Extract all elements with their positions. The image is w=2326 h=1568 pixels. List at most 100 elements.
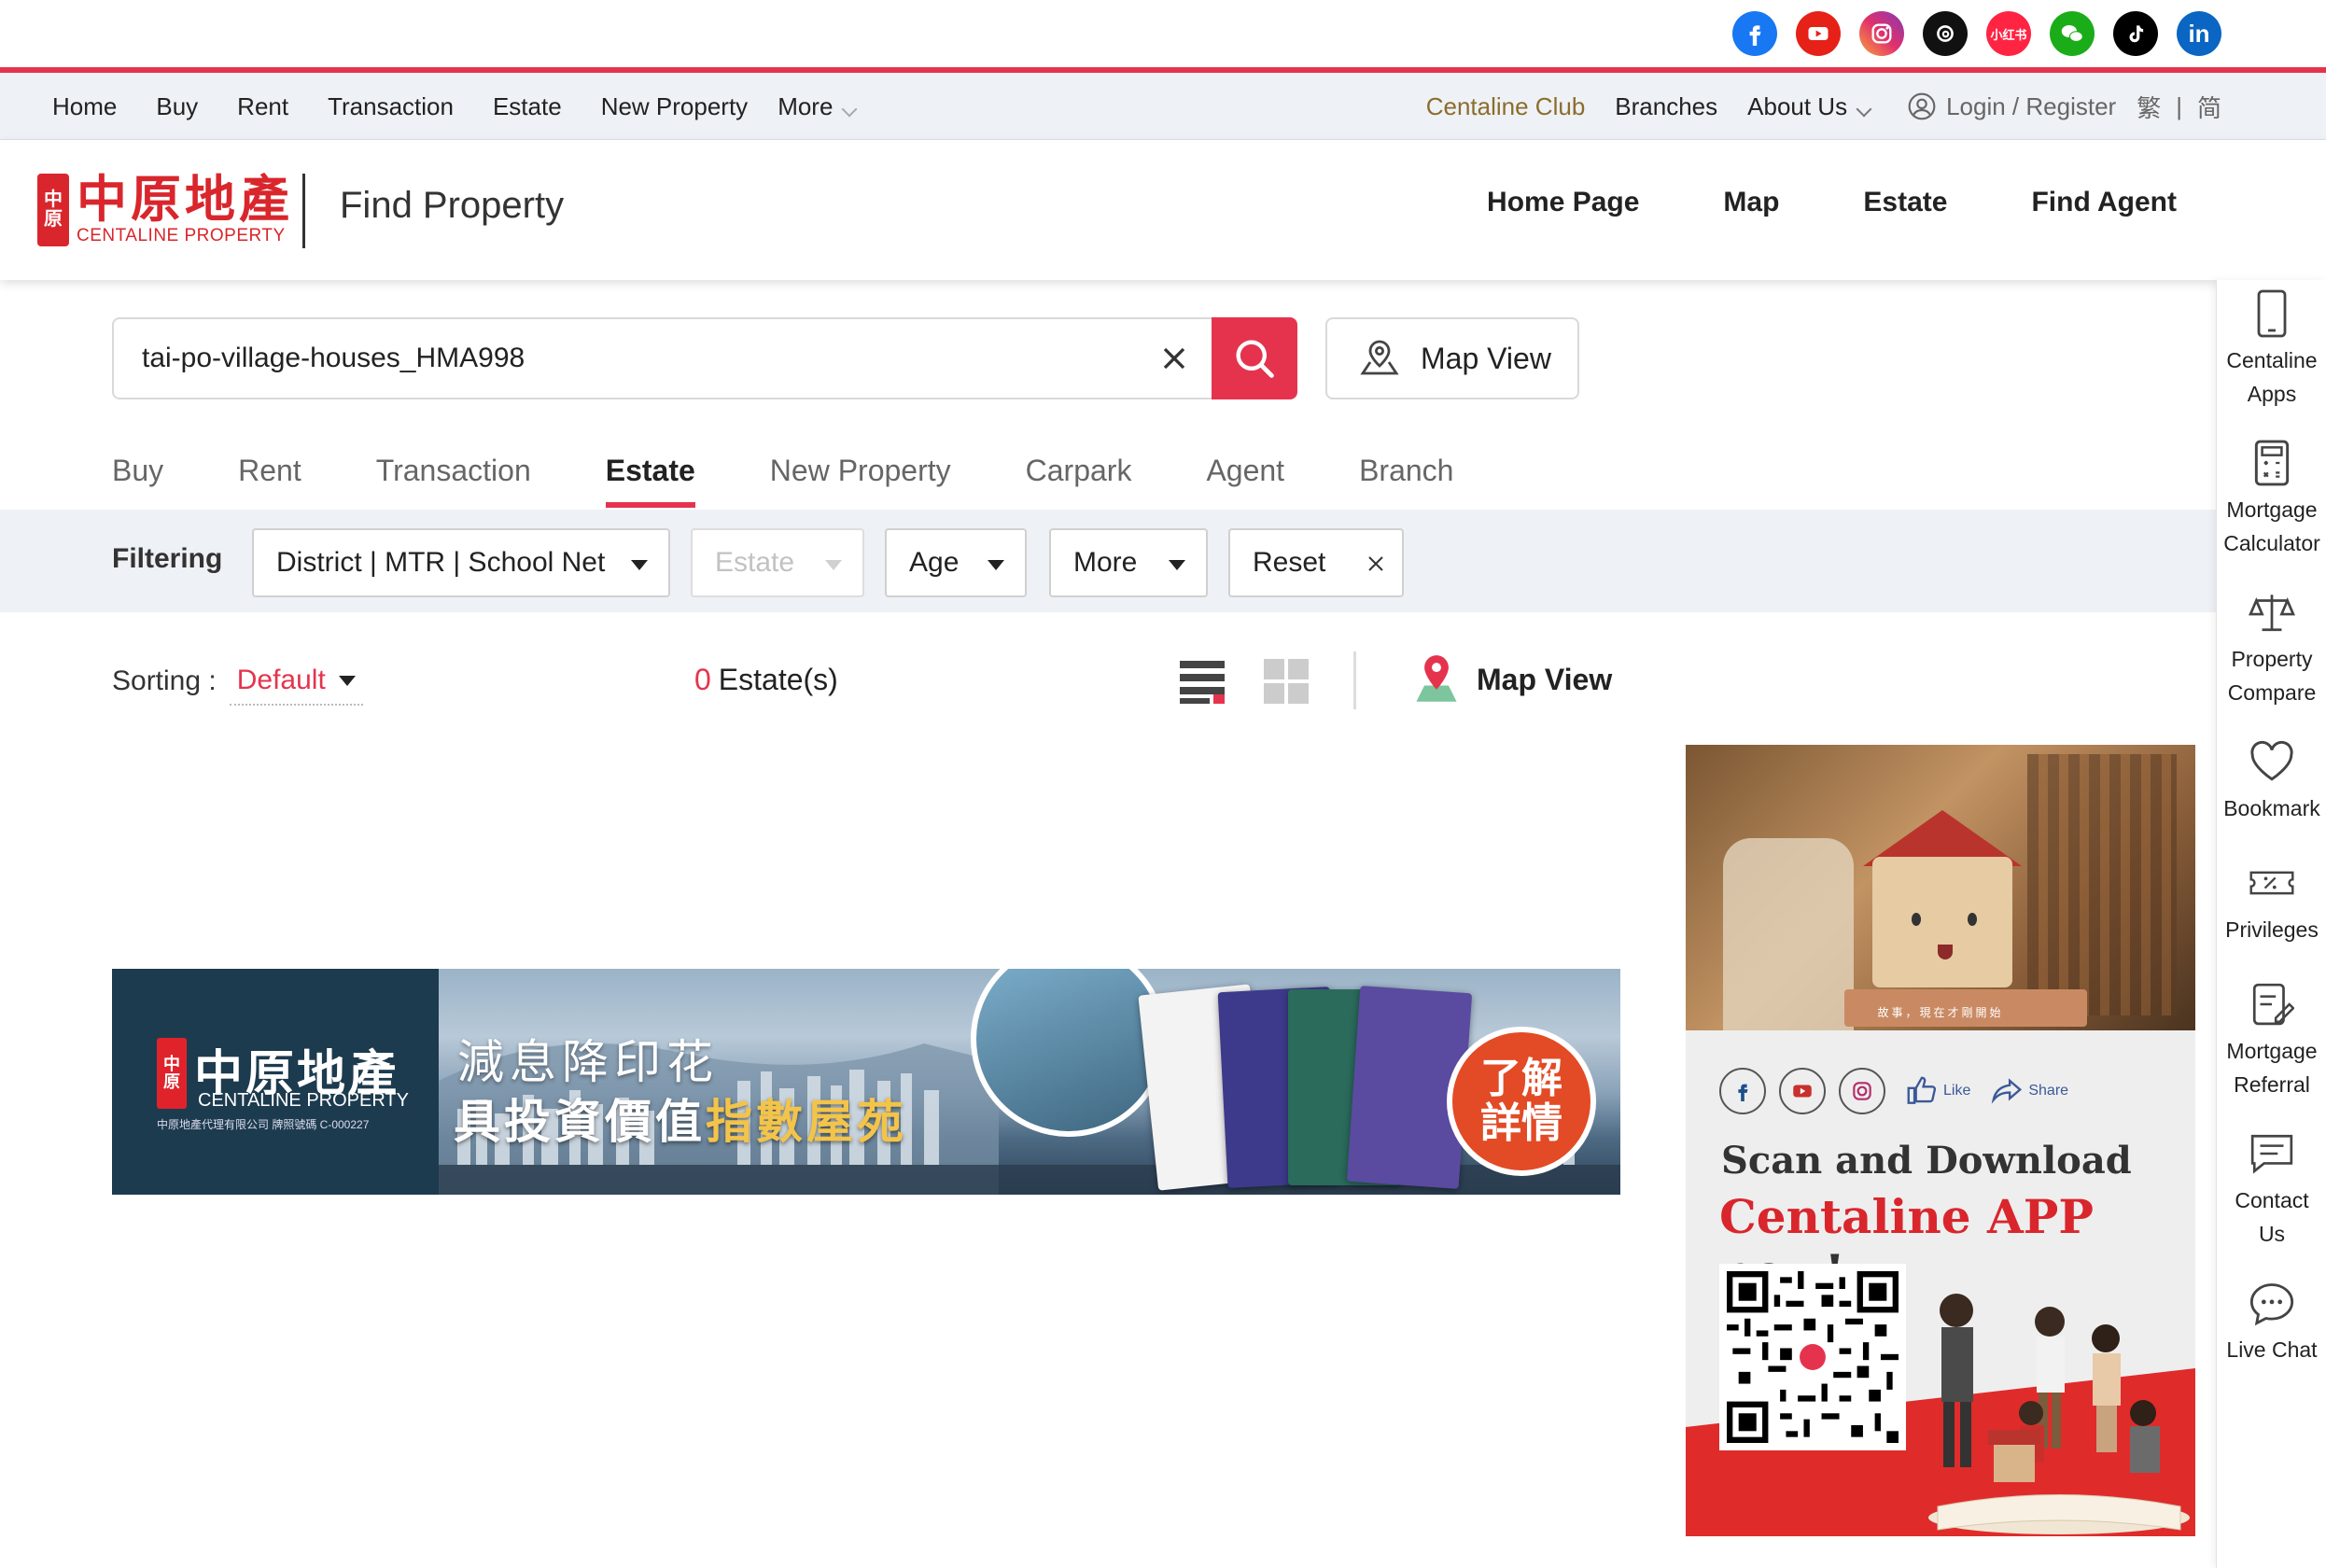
map-view-label: Map View <box>1421 341 1551 375</box>
sidebar-item-label: Apps <box>2247 382 2297 406</box>
heart-icon <box>2250 740 2293 781</box>
map-view-button[interactable]: Map View <box>1325 317 1579 399</box>
app-advertisement[interactable]: 故事，現在才剛開始 Like Share Scan and Download C… <box>1686 745 2195 1536</box>
top-nav-left: Home Buy Rent Transaction Estate New Pro… <box>52 73 858 140</box>
sorting-dropdown[interactable]: Default <box>229 665 363 706</box>
ad-share-label: Share <box>2028 1083 2069 1099</box>
centaline-club-link[interactable]: Centaline Club <box>1426 92 1586 121</box>
sidebar-item-mortgage-calculator[interactable]: Mortgage Calculator <box>2217 439 2326 560</box>
age-filter[interactable]: Age <box>885 528 1027 597</box>
banner-license: 中原地產代理有限公司 牌照號碼 C-000227 <box>157 1118 370 1131</box>
tab-agent[interactable]: Agent <box>1206 454 1284 508</box>
map-pin-icon <box>1360 340 1399 375</box>
nav-home-page[interactable]: Home Page <box>1487 187 1639 218</box>
sidebar-item-label: Mortgage <box>2226 497 2318 522</box>
page-title: Find Property <box>340 185 565 226</box>
caret-down-icon <box>825 560 842 570</box>
logo-mark-bottom: 原 <box>44 209 63 230</box>
sidebar-item-bookmark[interactable]: Bookmark <box>2217 737 2326 825</box>
facebook-icon <box>1719 1068 1766 1114</box>
estate-filter: Estate <box>691 528 864 597</box>
search-input[interactable] <box>142 338 1113 379</box>
topnav-estate[interactable]: Estate <box>493 92 562 121</box>
results-map-view-label: Map View <box>1477 662 1613 696</box>
instagram-icon[interactable] <box>1859 11 1904 56</box>
list-view-toggle[interactable] <box>1178 657 1226 710</box>
sidebar-item-label: Bookmark <box>2223 796 2320 820</box>
top-nav-right: Centaline Club Branches About Us Login /… <box>1426 73 2221 140</box>
caret-down-icon <box>338 675 356 686</box>
ad-download-panel: Like Share Scan and Download Centaline A… <box>1686 1030 2195 1536</box>
logo-text: 中原地產 CENTALINE PROPERTY <box>77 174 293 246</box>
lang-traditional[interactable]: 繁 <box>2137 90 2161 124</box>
threads-icon[interactable] <box>1923 11 1968 56</box>
tiktok-icon[interactable] <box>2113 11 2158 56</box>
caret-down-icon <box>1169 560 1185 570</box>
robot-head <box>1872 857 2012 987</box>
linkedin-icon[interactable]: in <box>2177 11 2221 56</box>
grid-view-toggle[interactable] <box>1262 657 1310 710</box>
message-icon <box>2250 1134 2293 1174</box>
tab-rent[interactable]: Rent <box>238 454 301 508</box>
sidebar-item-privileges[interactable]: Privileges <box>2217 859 2326 946</box>
wechat-icon[interactable] <box>2050 11 2095 56</box>
tab-new-property[interactable]: New Property <box>770 454 951 508</box>
centaline-logo[interactable]: 中 原 中原地產 CENTALINE PROPERTY <box>37 174 293 246</box>
nav-map[interactable]: Map <box>1723 187 1779 218</box>
topnav-more-label: More <box>778 91 834 120</box>
topnav-home[interactable]: Home <box>52 92 117 121</box>
lang-simplified[interactable]: 简 <box>2197 90 2221 124</box>
tab-transaction[interactable]: Transaction <box>376 454 531 508</box>
sidebar-item-label: Mortgage <box>2226 1039 2318 1063</box>
youtube-icon[interactable] <box>1796 11 1841 56</box>
tab-buy[interactable]: Buy <box>112 454 163 508</box>
about-us-label: About Us <box>1747 91 1848 120</box>
logo-mark: 中 原 <box>37 174 69 246</box>
more-filter[interactable]: More <box>1049 528 1208 597</box>
social-bar: 小红书 in <box>0 0 2326 67</box>
topnav-transaction[interactable]: Transaction <box>328 92 454 121</box>
topnav-buy[interactable]: Buy <box>156 92 198 121</box>
banner-cta-button[interactable]: 了解 詳情 <box>1447 1027 1596 1176</box>
ad-scan-text: Scan and Download <box>1721 1139 2132 1183</box>
ad-people-illustration <box>1928 1294 2190 1534</box>
view-separator <box>1353 651 1356 709</box>
search-box <box>112 317 1212 399</box>
sidebar-item-property-compare[interactable]: Property Compare <box>2217 588 2326 709</box>
district-filter[interactable]: District | MTR | School Net <box>252 528 670 597</box>
facebook-icon[interactable] <box>1732 11 1777 56</box>
sidebar-item-centaline-apps[interactable]: Centaline Apps <box>2217 289 2326 411</box>
nav-estate[interactable]: Estate <box>1863 187 1947 218</box>
about-us-menu[interactable]: About Us <box>1747 91 1872 121</box>
topnav-new-property[interactable]: New Property <box>601 92 749 121</box>
sidebar-item-mortgage-referral[interactable]: Mortgage Referral <box>2217 980 2326 1101</box>
tab-branch[interactable]: Branch <box>1359 454 1453 508</box>
tab-estate[interactable]: Estate <box>605 454 695 508</box>
login-register-link[interactable]: Login / Register <box>1907 91 2116 121</box>
topnav-rent[interactable]: Rent <box>237 92 288 121</box>
search-button[interactable] <box>1212 317 1297 399</box>
promo-banner[interactable]: 中原 中原地產 CENTALINE PROPERTY 中原地產代理有限公司 牌照… <box>112 969 1620 1195</box>
property-tabs: Buy Rent Transaction Estate New Property… <box>112 454 1528 508</box>
caret-down-icon <box>631 560 648 570</box>
sidebar-item-live-chat[interactable]: Live Chat <box>2217 1279 2326 1366</box>
reset-button[interactable]: Reset <box>1228 528 1404 597</box>
clear-icon[interactable] <box>1156 340 1193 377</box>
ad-caption: 故事，現在才剛開始 <box>1877 1006 2004 1019</box>
qr-code-graphic <box>1727 1271 1899 1443</box>
xiaohongshu-icon[interactable]: 小红书 <box>1986 11 2031 56</box>
referral-icon <box>2252 983 2294 1026</box>
branches-link[interactable]: Branches <box>1615 92 1717 121</box>
youtube-icon <box>1779 1068 1826 1114</box>
sidebar-item-contact-us[interactable]: Contact Us <box>2217 1129 2326 1251</box>
tab-carpark[interactable]: Carpark <box>1026 454 1132 508</box>
results-map-view-button[interactable]: Map View <box>1411 653 1612 706</box>
topnav-more[interactable]: More <box>778 91 858 121</box>
banner-cta-line1: 了解 <box>1480 1054 1562 1102</box>
nav-find-agent[interactable]: Find Agent <box>2031 187 2177 218</box>
sidebar-item-label: Property <box>2231 647 2313 671</box>
ad-like-label: Like <box>1943 1083 1971 1099</box>
sorting-label: Sorting : <box>112 665 217 696</box>
linkedin-label: in <box>2188 19 2210 48</box>
ad-robot-image: 故事，現在才剛開始 <box>1686 745 2195 1030</box>
